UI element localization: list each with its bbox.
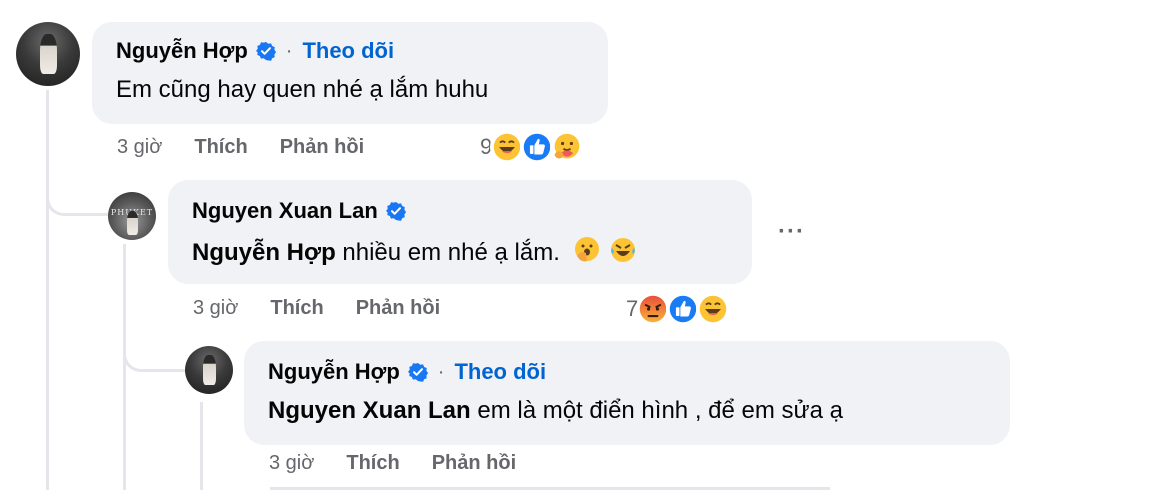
verified-badge-icon [255,42,276,61]
comment-body: em là một điển hình , để em sửa ạ [477,397,843,424]
comment-text: Nguyễn Hợp nhiều em nhé ạ lắm. [192,236,637,267]
avatar[interactable]: PHUKET [108,192,156,240]
rolling-laughing-emoji-icon [611,238,636,262]
reaction-summary[interactable]: 9 [480,130,585,164]
comment-actions: 3 giờ Thích Phản hồi [193,297,472,320]
reply-button[interactable]: Phản hồi [356,297,440,320]
comment-bubble: Nguyễn Hợp · Theo dõi Em cũng hay quen n… [92,22,608,124]
mention-link[interactable]: Nguyễn Hợp [192,239,336,266]
comment-author[interactable]: Nguyen Xuan Lan [192,198,378,224]
angry-emoji-icon [636,292,671,326]
comment-text: Nguyen Xuan Lan em là một điển hình , để… [268,397,843,425]
comment-text: Em cũng hay quen nhé ạ lắm huhu [116,76,488,104]
mention-link[interactable]: Nguyen Xuan Lan [268,397,471,424]
comment-time[interactable]: 3 giờ [193,297,238,320]
comment-time[interactable]: 3 giờ [117,136,162,159]
follow-button[interactable]: Theo dõi [454,359,546,385]
avatar[interactable] [16,22,80,86]
follow-button[interactable]: Theo dõi [302,38,394,64]
separator-dot: · [285,39,293,62]
more-options-button[interactable]: ··· [778,218,805,246]
thread-line-reply [123,244,126,490]
laughing-emoji-icon [696,292,731,326]
comment-body: nhiều em nhé ạ lắm. [342,239,560,266]
thread-branch-reply-2 [123,310,187,372]
hand-over-mouth-emoji-icon [574,237,599,262]
avatar[interactable] [185,346,233,394]
reply-button[interactable]: Phản hồi [432,452,516,475]
care-emoji-icon [550,130,585,164]
thread-line-nested [200,402,203,490]
like-button[interactable]: Thích [194,136,247,159]
comment-actions: 3 giờ Thích Phản hồi [269,452,548,475]
like-button[interactable]: Thích [346,452,399,475]
like-emoji-icon [520,130,555,164]
separator-dot: · [437,360,445,383]
reaction-summary[interactable]: 7 [626,292,731,326]
comment-bubble: Nguyễn Hợp · Theo dõi Nguyen Xuan Lan em… [244,341,1010,445]
comment-actions: 3 giờ Thích Phản hồi [117,136,396,159]
like-emoji-icon [666,292,701,326]
comment-author[interactable]: Nguyễn Hợp [116,38,248,64]
comment-bubble: Nguyen Xuan Lan Nguyễn Hợp nhiều em nhé … [168,180,752,284]
comment-time[interactable]: 3 giờ [269,452,314,475]
comment-body: Em cũng hay quen nhé ạ lắm huhu [116,76,489,103]
like-button[interactable]: Thích [270,297,323,320]
verified-badge-icon [407,363,428,382]
laughing-emoji-icon [490,130,525,164]
reply-button[interactable]: Phản hồi [280,136,364,159]
thread-branch-reply-1 [46,150,110,216]
comment-author[interactable]: Nguyễn Hợp [268,359,400,385]
verified-badge-icon [385,202,406,221]
